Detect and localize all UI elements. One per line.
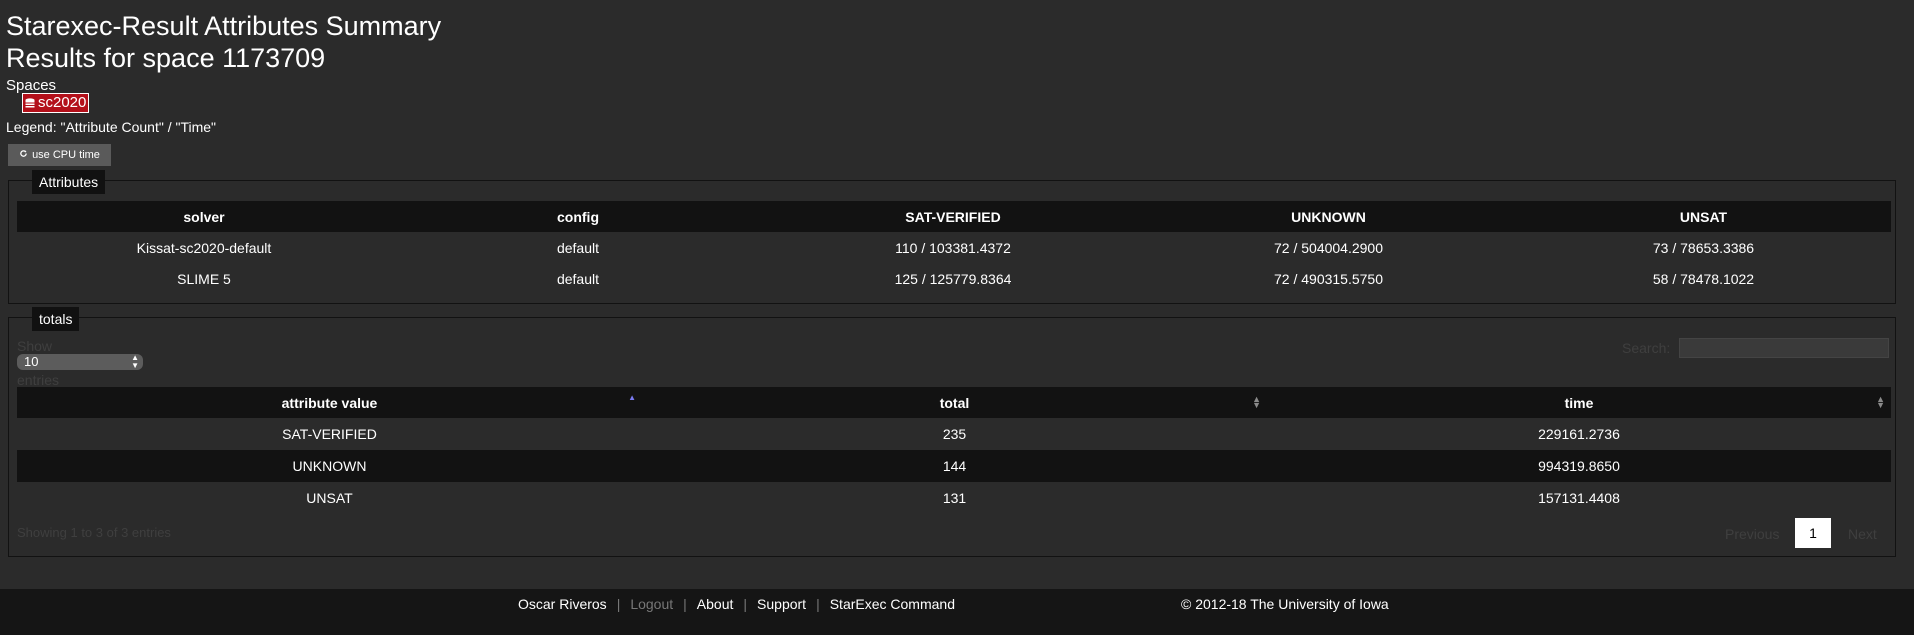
footer-link-support[interactable]: Support [757, 596, 806, 612]
footer [0, 589, 1914, 635]
totals-legend: totals [32, 307, 80, 331]
sort-both-icon: ▲ ▼ [1876, 394, 1885, 410]
column-header-solver: solver [17, 201, 391, 232]
select-arrows-icon: ▲ ▼ [131, 353, 139, 370]
footer-link-logout[interactable]: Logout [630, 596, 673, 612]
column-header-total[interactable]: total ▲ ▼ [642, 387, 1267, 418]
cell-unsat: 73 / 78653.3386 [1652, 239, 1755, 256]
footer-separator: | [683, 596, 687, 612]
cell-time: 994319.8650 [1267, 450, 1891, 482]
attributes-legend: Attributes [32, 170, 106, 194]
column-header-label: total [939, 394, 970, 411]
next-page-button[interactable]: Next [1848, 526, 1877, 542]
column-header-config: config [391, 201, 765, 232]
database-icon [25, 97, 35, 109]
cell-attribute-value: UNSAT [17, 482, 642, 514]
cell-sat-verified: 110 / 103381.4372 [895, 239, 1011, 256]
attributes-header-row: solver config SAT-VERIFIED UNKNOWN UNSAT [17, 201, 1891, 232]
table-info: Showing 1 to 3 of 3 entries [17, 525, 171, 540]
footer-links: Oscar Riveros | Logout | About | Support | StarE… [518, 596, 955, 612]
footer-link-starexec-command[interactable]: StarExec Command [830, 596, 955, 612]
cell-solver: SLIME 5 [177, 270, 231, 287]
attributes-table: solver config SAT-VERIFIED UNKNOWN UNSAT… [17, 201, 1891, 294]
table-row: SAT-VERIFIED 235 229161.2736 [17, 418, 1891, 450]
sort-both-icon: ▲ ▼ [1252, 394, 1261, 410]
column-header-label: time [1564, 394, 1594, 411]
copyright: © 2012-18 The University of Iowa [1181, 596, 1389, 612]
cell-total: 131 [642, 482, 1267, 514]
previous-page-button[interactable]: Previous [1725, 526, 1779, 542]
column-header-attribute-value[interactable]: attribute value ▲ [17, 387, 642, 418]
footer-separator: | [616, 596, 621, 612]
cell-attribute-value: UNKNOWN [17, 450, 642, 482]
entries-label: entries [17, 372, 60, 388]
footer-separator: | [816, 596, 820, 612]
cell-config: default [556, 270, 600, 287]
table-row: SLIME 5 default 125 / 125779.8364 72 / 4… [17, 263, 1891, 294]
cell-time: 157131.4408 [1267, 482, 1891, 514]
column-header-time[interactable]: time ▲ ▼ [1267, 387, 1891, 418]
page-size-value: 10 [24, 354, 39, 369]
legend-text: Legend: "Attribute Count" / "Time" [6, 119, 217, 135]
cell-time: 229161.2736 [1267, 418, 1891, 450]
spaces-label: Spaces [6, 77, 57, 94]
totals-header-row: attribute value ▲ total ▲ ▼ time ▲ ▼ [17, 387, 1891, 418]
totals-table: attribute value ▲ total ▲ ▼ time ▲ ▼ SAT-V… [17, 387, 1891, 514]
footer-link-about[interactable]: About [697, 596, 734, 612]
use-cpu-time-label: use CPU time [32, 149, 100, 161]
space-chip-label: sc2020 [38, 94, 87, 111]
table-row: Kissat-sc2020-default default 110 / 1033… [17, 232, 1891, 263]
cell-unknown: 72 / 504004.2900 [1274, 239, 1383, 256]
cell-unsat: 58 / 78478.1022 [1652, 270, 1755, 287]
search-label: Search: [1622, 340, 1671, 356]
column-header-unsat: UNSAT [1516, 201, 1891, 232]
cell-attribute-value: SAT-VERIFIED [17, 418, 642, 450]
page-size-select[interactable]: 10 ▲ ▼ [17, 354, 143, 370]
footer-link-user[interactable]: Oscar Riveros [518, 596, 607, 612]
cell-total: 144 [642, 450, 1267, 482]
refresh-icon [19, 149, 28, 161]
cell-sat-verified: 125 / 125779.8364 [894, 270, 1012, 287]
page-subtitle: Results for space 1173709 [6, 43, 326, 73]
page-title: Starexec-Result Attributes Summary [6, 11, 442, 41]
column-header-sat-verified: SAT-VERIFIED [765, 201, 1141, 232]
search-input[interactable] [1679, 338, 1889, 358]
column-header-label: attribute value [281, 394, 378, 411]
cell-solver: Kissat-sc2020-default [136, 239, 272, 256]
footer-separator: | [743, 596, 748, 612]
table-row: UNKNOWN 144 994319.8650 [17, 450, 1891, 482]
cell-config: default [556, 239, 600, 256]
show-label: Show [17, 338, 53, 354]
cell-unknown: 72 / 490315.5750 [1274, 270, 1383, 287]
space-chip-sc2020[interactable]: sc2020 [22, 93, 90, 113]
cell-total: 235 [642, 418, 1267, 450]
column-header-unknown: UNKNOWN [1141, 201, 1516, 232]
table-row: UNSAT 131 157131.4408 [17, 482, 1891, 514]
use-cpu-time-button[interactable]: use CPU time [8, 144, 111, 166]
sort-ascending-icon: ▲ [628, 393, 636, 402]
page-1-button[interactable]: 1 [1795, 518, 1831, 548]
